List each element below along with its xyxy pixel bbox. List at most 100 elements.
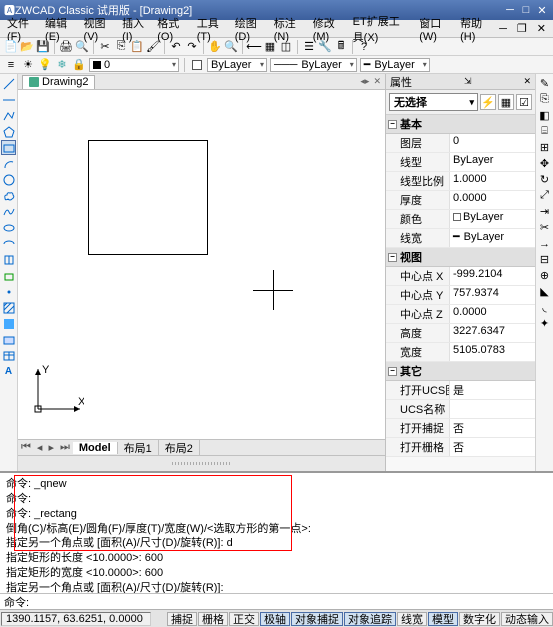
prop-cz[interactable]: 0.0000 (450, 305, 535, 323)
circle-icon[interactable] (1, 172, 16, 187)
tab-layout2[interactable]: 布局2 (159, 440, 200, 456)
layer-state-icon[interactable]: ☀ (21, 58, 35, 72)
doc-restore-icon[interactable]: ❐ (514, 22, 530, 35)
menu-edit[interactable]: 编辑(E) (42, 15, 77, 43)
polygon-icon[interactable] (1, 124, 16, 139)
tab-model[interactable]: Model (73, 442, 118, 454)
preview-icon[interactable]: 🔍 (75, 40, 89, 54)
quick-select-icon[interactable]: ⚡ (480, 94, 496, 110)
selection-dropdown[interactable]: 无选择 (389, 93, 478, 111)
chamfer-icon[interactable]: ◣ (537, 284, 552, 299)
calc-icon[interactable]: 🖩 (334, 40, 348, 54)
scale-icon[interactable]: ⤢ (537, 188, 552, 203)
break-icon[interactable]: ⊟ (537, 252, 552, 267)
lineweight-dropdown[interactable]: ━ByLayer (360, 58, 430, 72)
group-basic[interactable]: −基本 (386, 115, 535, 134)
layer-mgr-icon[interactable]: ≡ (4, 58, 18, 72)
grid-toggle[interactable]: 栅格 (198, 612, 228, 626)
group-view[interactable]: −视图 (386, 248, 535, 267)
ellipsearc-icon[interactable] (1, 236, 16, 251)
revcloud-icon[interactable] (1, 188, 16, 203)
coordinates-display[interactable]: 1390.1157, 63.6251, 0.0000 (1, 612, 151, 626)
stretch-icon[interactable]: ⇥ (537, 204, 552, 219)
tablet-toggle[interactable]: 数字化 (459, 612, 500, 626)
join-icon[interactable]: ⊕ (537, 268, 552, 283)
minimize-button[interactable]: ─ (503, 4, 517, 16)
match-icon[interactable]: 🖌 (146, 40, 160, 54)
prop-thickness[interactable]: 0.0000 (450, 191, 535, 209)
model-toggle[interactable]: 模型 (428, 612, 458, 626)
pickadd-icon[interactable]: ☑ (516, 94, 532, 110)
osnap-toggle[interactable]: 对象捕捉 (291, 612, 343, 626)
ellipse-icon[interactable] (1, 220, 16, 235)
tab-next-icon[interactable]: ▸ (45, 441, 57, 454)
tab-nav-right-icon[interactable]: ▸ (365, 76, 370, 87)
array-icon[interactable]: ⊞ (537, 140, 552, 155)
prop-layer[interactable]: 0 (450, 134, 535, 152)
doc-tab-drawing2[interactable]: Drawing2 (22, 75, 95, 89)
panel-pin-icon[interactable]: ⇲ (464, 76, 472, 87)
maximize-button[interactable]: □ (519, 4, 533, 16)
redo-icon[interactable]: ↷ (185, 40, 199, 54)
polar-toggle[interactable]: 极轴 (260, 612, 290, 626)
copy-obj-icon[interactable]: ⎘ (537, 92, 552, 107)
insert-icon[interactable] (1, 252, 16, 267)
trim-icon[interactable]: ✂ (537, 220, 552, 235)
print-icon[interactable]: 🖨 (59, 40, 73, 54)
region-icon[interactable] (1, 332, 16, 347)
offset-icon[interactable]: ⌸ (537, 124, 552, 139)
lwt-toggle[interactable]: 线宽 (397, 612, 427, 626)
dim-icon[interactable]: ⟵ (247, 40, 261, 54)
new-icon[interactable]: 📄 (4, 40, 18, 54)
prop-grid[interactable]: 否 (450, 438, 535, 456)
mirror-icon[interactable]: ◧ (537, 108, 552, 123)
arc-icon[interactable] (1, 156, 16, 171)
prop-linetype[interactable]: ByLayer (450, 153, 535, 171)
group-other[interactable]: −其它 (386, 362, 535, 381)
prop-color[interactable]: ByLayer (450, 210, 535, 228)
rotate-icon[interactable]: ↻ (537, 172, 552, 187)
menu-draw[interactable]: 绘图(D) (232, 15, 267, 43)
cut-icon[interactable]: ✂ (98, 40, 112, 54)
line-icon[interactable] (1, 76, 16, 91)
point-icon[interactable] (1, 284, 16, 299)
rectangle-icon[interactable] (1, 140, 16, 155)
prop-lineweight[interactable]: ━ByLayer (450, 229, 535, 247)
ortho-toggle[interactable]: 正交 (229, 612, 259, 626)
splitter-bar[interactable] (18, 455, 385, 471)
select-objects-icon[interactable]: ▦ (498, 94, 514, 110)
hatch-icon[interactable] (1, 300, 16, 315)
tool-icon[interactable]: 🔧 (318, 40, 332, 54)
bulb-icon[interactable]: 💡 (38, 58, 52, 72)
prop-ucsicon[interactable]: 是 (450, 381, 535, 399)
doc-minimize-icon[interactable]: ─ (496, 23, 510, 35)
prop-ltscale[interactable]: 1.0000 (450, 172, 535, 190)
menu-tools[interactable]: 工具(T) (194, 15, 228, 43)
prop-icon[interactable]: ☰ (302, 40, 316, 54)
otrack-toggle[interactable]: 对象追踪 (344, 612, 396, 626)
pline-icon[interactable] (1, 108, 16, 123)
table-icon[interactable]: ▦ (263, 40, 277, 54)
mtext-icon[interactable]: A (1, 364, 16, 379)
undo-icon[interactable]: ↶ (169, 40, 183, 54)
menu-help[interactable]: 帮助(H) (457, 15, 492, 43)
tab-layout1[interactable]: 布局1 (118, 440, 159, 456)
menu-format[interactable]: 格式(O) (154, 15, 189, 43)
snap-toggle[interactable]: 捕捉 (167, 612, 197, 626)
layer-dropdown[interactable]: 0 (89, 58, 179, 72)
help-icon[interactable]: ? (357, 40, 371, 54)
extend-icon[interactable]: → (537, 236, 552, 251)
prop-ucsname[interactable] (450, 400, 535, 418)
gradient-icon[interactable] (1, 316, 16, 331)
explode-icon[interactable]: ✦ (537, 316, 552, 331)
erase-icon[interactable]: ✎ (537, 76, 552, 91)
menu-view[interactable]: 视图(V) (81, 15, 116, 43)
menu-insert[interactable]: 插入(I) (119, 15, 150, 43)
prop-height[interactable]: 3227.6347 (450, 324, 535, 342)
drawing-canvas[interactable]: XY (18, 90, 385, 439)
linetype-dropdown[interactable]: ───ByLayer (270, 58, 357, 72)
prop-snap[interactable]: 否 (450, 419, 535, 437)
open-icon[interactable]: 📂 (20, 40, 34, 54)
block-icon[interactable] (1, 268, 16, 283)
prop-cx[interactable]: -999.2104 (450, 267, 535, 285)
